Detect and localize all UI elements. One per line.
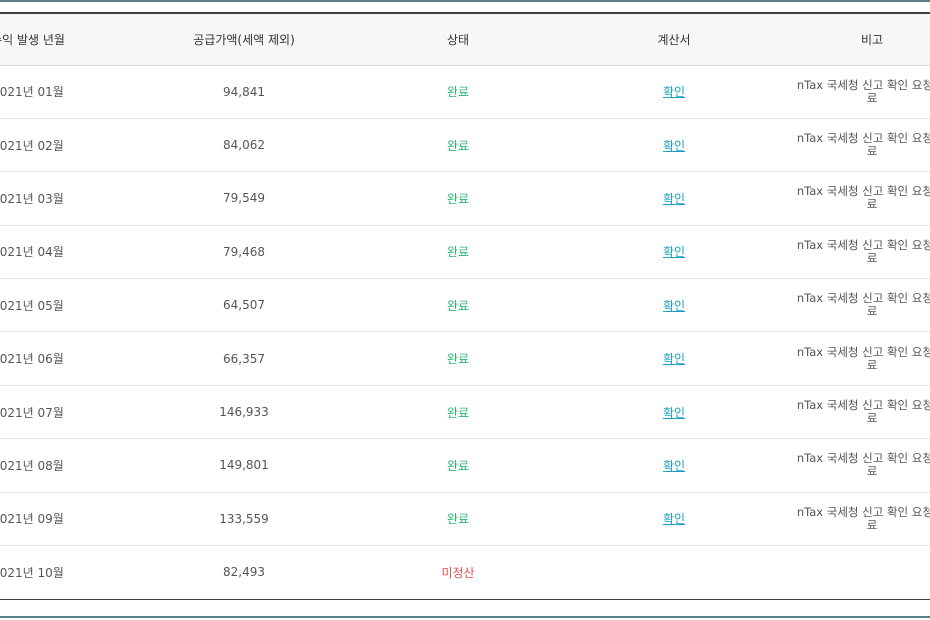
cell-status: 완료 xyxy=(360,278,556,333)
cell-amount: 133,559 xyxy=(128,492,360,547)
cell-invoice: 확인 xyxy=(556,225,792,280)
cell-status: 완료 xyxy=(360,225,556,280)
invoice-link[interactable]: 확인 xyxy=(663,85,685,99)
invoice-link[interactable]: 확인 xyxy=(663,512,685,526)
header-month: 수익 발생 년월 xyxy=(0,14,128,66)
cell-status: 완료 xyxy=(360,438,556,493)
cell-invoice: 확인 xyxy=(556,118,792,173)
cell-amount: 79,549 xyxy=(128,171,360,226)
cell-amount: 94,841 xyxy=(128,65,360,119)
cell-note: nTax 국세청 신고 확인 요청 완료 xyxy=(792,278,930,333)
table-row: 2021년 10월 82,493 미정산 xyxy=(0,546,930,599)
cell-month: 2021년 05월 xyxy=(0,278,128,333)
table-row: 2021년 06월 66,357 완료 확인 nTax 국세청 신고 확인 요청… xyxy=(0,331,930,386)
cell-note: nTax 국세청 신고 확인 요청 완료 xyxy=(792,225,930,280)
invoice-link[interactable]: 확인 xyxy=(663,139,685,153)
table-header-row: 수익 발생 년월 공급가액(세액 제외) 상태 계산서 비고 xyxy=(0,14,930,66)
invoice-link[interactable]: 확인 xyxy=(663,299,685,313)
table-row: 2021년 05월 64,507 완료 확인 nTax 국세청 신고 확인 요청… xyxy=(0,278,930,333)
cell-month: 2021년 01월 xyxy=(0,65,128,119)
cell-status: 미정산 xyxy=(441,565,475,580)
cell-note: nTax 국세청 신고 확인 요청 완료 xyxy=(792,438,930,493)
table-row: 2021년 07월 146,933 완료 확인 nTax 국세청 신고 확인 요… xyxy=(0,385,930,440)
invoice-link[interactable]: 확인 xyxy=(663,459,685,473)
cell-amount: 79,468 xyxy=(128,225,360,280)
cell-note: nTax 국세청 신고 확인 요청 완료 xyxy=(792,65,930,119)
invoice-link[interactable]: 확인 xyxy=(663,406,685,420)
cell-invoice: 확인 xyxy=(556,492,792,547)
cell-amount: 64,507 xyxy=(128,278,360,333)
cell-invoice: 확인 xyxy=(556,65,792,119)
cell-status: 완료 xyxy=(360,492,556,547)
invoice-link[interactable]: 확인 xyxy=(663,352,685,366)
cell-note: nTax 국세청 신고 확인 요청 완료 xyxy=(792,118,930,173)
cell-month: 2021년 04월 xyxy=(0,225,128,280)
cell-amount: 146,933 xyxy=(128,385,360,440)
cell-status: 완료 xyxy=(360,65,556,119)
cell-invoice: 확인 xyxy=(556,331,792,386)
cell-month: 2021년 02월 xyxy=(0,118,128,173)
table-row: 2021년 09월 133,559 완료 확인 nTax 국세청 신고 확인 요… xyxy=(0,492,930,547)
top-divider xyxy=(0,0,930,2)
cell-invoice: 확인 xyxy=(556,171,792,226)
table-row: 2021년 08월 149,801 완료 확인 nTax 국세청 신고 확인 요… xyxy=(0,438,930,493)
header-note: 비고 xyxy=(792,14,930,66)
cell-status: 완료 xyxy=(360,385,556,440)
cell-month: 2021년 09월 xyxy=(0,492,128,547)
cell-status: 완료 xyxy=(360,171,556,226)
header-invoice: 계산서 xyxy=(556,14,792,66)
settlement-table-container: 수익 발생 년월 공급가액(세액 제외) 상태 계산서 비고 2021년 01월… xyxy=(0,12,930,600)
cell-status: 완료 xyxy=(360,118,556,173)
header-amount: 공급가액(세액 제외) xyxy=(128,14,360,66)
cell-month: 2021년 03월 xyxy=(0,171,128,226)
header-status: 상태 xyxy=(360,14,556,66)
cell-note xyxy=(792,546,930,599)
invoice-link[interactable]: 확인 xyxy=(663,192,685,206)
cell-amount: 66,357 xyxy=(128,331,360,386)
cell-amount: 149,801 xyxy=(128,438,360,493)
cell-note: nTax 국세청 신고 확인 요청 완료 xyxy=(792,331,930,386)
cell-invoice xyxy=(556,546,792,599)
cell-invoice: 확인 xyxy=(556,385,792,440)
table-row: 2021년 03월 79,549 완료 확인 nTax 국세청 신고 확인 요청… xyxy=(0,171,930,226)
bottom-divider xyxy=(0,616,930,618)
table-row: 2021년 01월 94,841 완료 확인 nTax 국세청 신고 확인 요청… xyxy=(0,65,930,119)
cell-note: nTax 국세청 신고 확인 요청 완료 xyxy=(792,492,930,547)
table-row: 2021년 02월 84,062 완료 확인 nTax 국세청 신고 확인 요청… xyxy=(0,118,930,173)
cell-status: 완료 xyxy=(360,331,556,386)
cell-amount: 84,062 xyxy=(128,118,360,173)
settlement-table: 수익 발생 년월 공급가액(세액 제외) 상태 계산서 비고 2021년 01월… xyxy=(0,14,930,599)
cell-invoice: 확인 xyxy=(556,278,792,333)
settlement-page: 수익 발생 년월 공급가액(세액 제외) 상태 계산서 비고 2021년 01월… xyxy=(0,0,930,620)
cell-month: 2021년 07월 xyxy=(0,385,128,440)
cell-amount: 82,493 xyxy=(223,565,265,580)
cell-month: 2021년 08월 xyxy=(0,438,128,493)
cell-note: nTax 국세청 신고 확인 요청 완료 xyxy=(792,171,930,226)
invoice-link[interactable]: 확인 xyxy=(663,245,685,259)
table-row: 2021년 04월 79,468 완료 확인 nTax 국세청 신고 확인 요청… xyxy=(0,225,930,280)
cell-month: 2021년 06월 xyxy=(0,331,128,386)
cell-month: 2021년 10월 xyxy=(0,565,64,580)
cell-invoice: 확인 xyxy=(556,438,792,493)
cell-note: nTax 국세청 신고 확인 요청 완료 xyxy=(792,385,930,440)
